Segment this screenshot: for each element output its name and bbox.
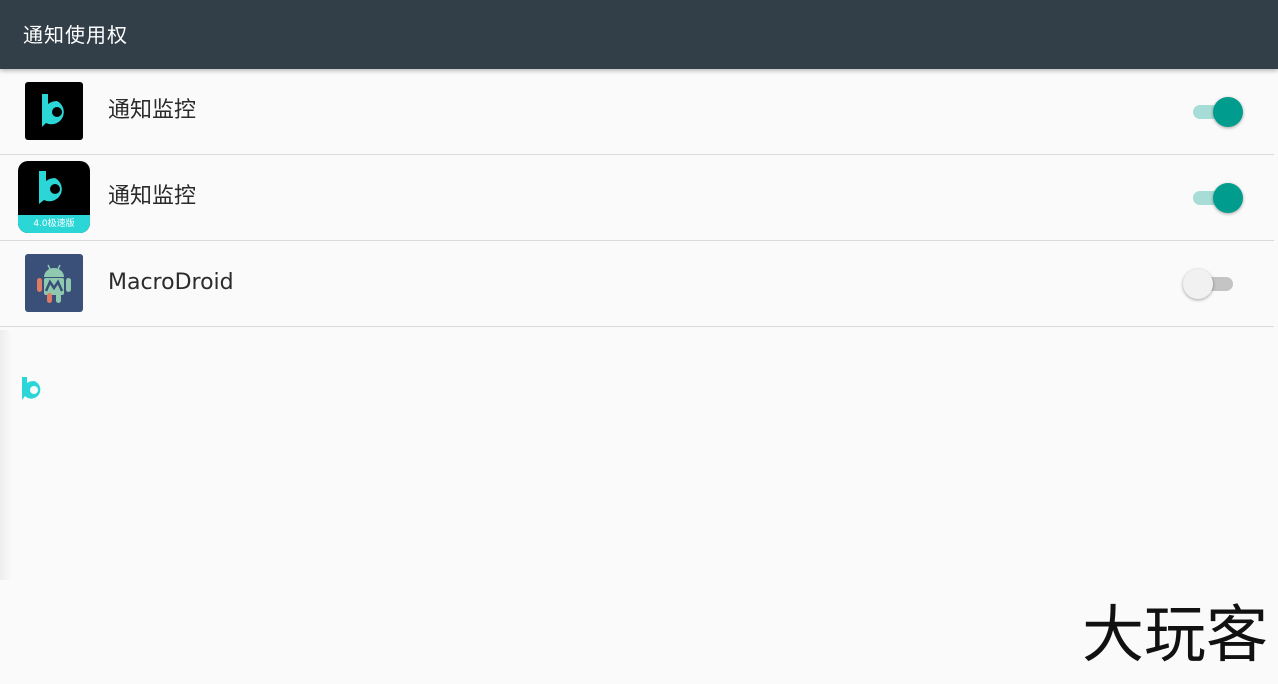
list-item[interactable]: 4.0极速版 通知监控 xyxy=(0,155,1274,241)
notification-access-toggle[interactable] xyxy=(1183,96,1243,128)
app-label: 通知监控 xyxy=(108,184,197,209)
page-title: 通知使用权 xyxy=(23,23,128,47)
macrodroid-android-icon xyxy=(25,254,83,312)
watermark-logo: 大玩客 xyxy=(1081,598,1268,671)
floating-bilibili-logo-icon[interactable] xyxy=(20,374,48,402)
app-label: 通知监控 xyxy=(108,98,197,123)
notification-access-toggle[interactable] xyxy=(1183,268,1243,300)
app-bar: 通知使用权 xyxy=(0,0,1278,69)
app-label: MacroDroid xyxy=(108,270,234,295)
toggle-thumb xyxy=(1213,97,1243,127)
list-item[interactable]: 通知监控 xyxy=(0,69,1274,155)
bilibili-b-logo-icon xyxy=(25,82,83,140)
toggle-thumb xyxy=(1213,183,1243,213)
toggle-thumb xyxy=(1183,269,1213,299)
bilibili-b-logo-speed-edition-icon: 4.0极速版 xyxy=(18,161,90,233)
speed-edition-badge: 4.0极速版 xyxy=(33,219,75,229)
list-item[interactable]: MacroDroid xyxy=(0,241,1274,327)
notification-access-toggle[interactable] xyxy=(1183,182,1243,214)
edge-shadow xyxy=(0,330,12,580)
notification-access-list: 通知监控 4.0极速版 通知监控 MacroDroid xyxy=(0,69,1274,327)
